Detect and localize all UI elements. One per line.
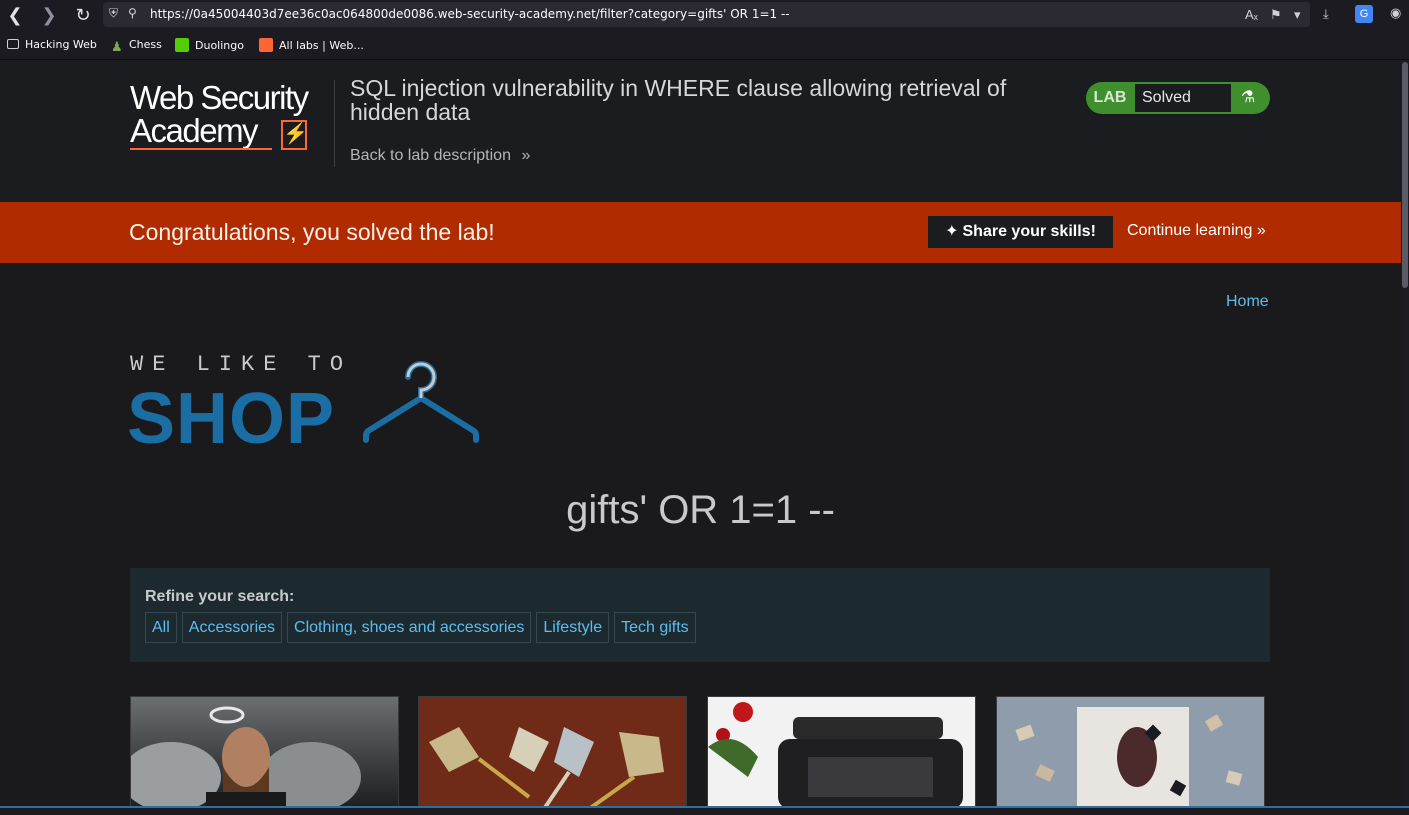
product-image-books[interactable] — [996, 696, 1265, 808]
download-icon[interactable]: ⤓ — [1323, 6, 1329, 22]
lightning-bolt-icon: ⚡ — [281, 120, 308, 150]
filter-tech-gifts[interactable]: Tech gifts — [614, 612, 696, 643]
product-image-darts[interactable] — [418, 696, 687, 808]
flask-icon: ⚗ — [1240, 89, 1256, 106]
translate-icon[interactable]: Aₓ — [1245, 7, 1258, 22]
filter-lifestyle[interactable]: Lifestyle — [536, 612, 610, 643]
search-term-heading: gifts' OR 1=1 -- — [566, 488, 835, 532]
bookmark-duolingo[interactable]: Duolingo — [175, 38, 244, 52]
lab-label: LAB — [1093, 89, 1127, 106]
continue-learning-link[interactable]: Continue learning » — [1127, 222, 1266, 240]
refine-label: Refine your search: — [145, 588, 295, 605]
bookmark-icon[interactable]: ⚑ — [1270, 7, 1282, 23]
browser-toolbar: ❮ ❯ ↻ ⛨ ⚲ https://0a45004403d7ee36c0ac06… — [0, 0, 1409, 30]
google-translate-icon[interactable]: G — [1355, 5, 1373, 23]
continue-label: Continue learning — [1127, 222, 1253, 239]
typewriter-roses-image — [708, 697, 975, 807]
reload-icon[interactable]: ↻ — [72, 4, 94, 26]
logo-underline — [130, 148, 272, 150]
folder-icon — [7, 39, 19, 49]
chess-pawn-icon: ♟ — [111, 40, 123, 55]
address-bar[interactable]: ⛨ ⚲ https://0a45004403d7ee36c0ac064800de… — [103, 2, 1310, 27]
bottom-strip — [0, 808, 1409, 815]
filter-clothing[interactable]: Clothing, shoes and accessories — [287, 612, 532, 643]
clothes-hanger-icon — [363, 361, 479, 443]
shield-icon[interactable]: ⛨ — [109, 6, 118, 21]
header-divider — [334, 80, 335, 167]
share-label: Share your skills! — [962, 223, 1096, 240]
product-image-angel-man[interactable] — [130, 696, 399, 808]
filter-all[interactable]: All — [145, 612, 177, 643]
flying-books-image — [997, 697, 1264, 807]
logo-line-1: Web Security — [130, 79, 309, 116]
shop-logo-title: SHOP — [127, 379, 336, 459]
home-link[interactable]: Home — [1226, 293, 1269, 311]
lab-status-badge: LAB Solved ⚗ — [1086, 82, 1270, 114]
bookmarks-bar: Hacking Web ♟ Chess Duolingo All labs | W… — [0, 30, 1409, 60]
bookmark-label: Duolingo — [195, 39, 244, 52]
refine-search-panel: Refine your search: All Accessories Clot… — [130, 568, 1270, 662]
chevron-down-icon[interactable]: ▾ — [1294, 7, 1301, 23]
web-security-academy-logo[interactable]: Web Security Academy ⚡ — [130, 79, 309, 150]
double-chevron-right-icon: » — [1256, 222, 1266, 239]
twitter-icon: ✦ — [945, 223, 959, 240]
lab-status-text: Solved — [1135, 84, 1231, 112]
filter-accessories[interactable]: Accessories — [181, 612, 283, 643]
bookmark-label: Chess — [129, 38, 162, 51]
back-to-lab-description-link[interactable]: Back to lab description » — [350, 147, 530, 165]
bookmark-chess[interactable]: ♟ Chess — [111, 38, 162, 55]
back-link-label: Back to lab description — [350, 147, 511, 164]
scrollbar-thumb[interactable] — [1402, 62, 1408, 288]
duolingo-icon — [175, 38, 189, 52]
category-filters: All Accessories Clothing, shoes and acce… — [145, 612, 696, 643]
bookmark-label: All labs | Web... — [279, 39, 364, 52]
share-skills-button[interactable]: ✦ Share your skills! — [928, 216, 1113, 248]
academy-header: Web Security Academy ⚡ SQL injection vul… — [0, 60, 1401, 202]
double-chevron-right-icon: » — [521, 147, 531, 164]
bookmark-hacking-web[interactable]: Hacking Web — [7, 38, 97, 51]
bookmark-all-labs[interactable]: All labs | Web... — [259, 38, 364, 52]
angel-man-image — [131, 706, 361, 807]
lab-title: SQL injection vulnerability in WHERE cla… — [350, 75, 1007, 125]
congratulations-message: Congratulations, you solved the lab! — [129, 219, 495, 245]
shop-logo-tagline: WE LIKE TO — [130, 352, 353, 377]
product-image-typewriter[interactable] — [707, 696, 976, 808]
back-arrow-icon[interactable]: ❮ — [4, 4, 26, 26]
bookmark-label: Hacking Web — [25, 38, 97, 51]
forward-arrow-icon[interactable]: ❯ — [38, 4, 60, 26]
portswigger-icon — [259, 38, 273, 52]
url-text[interactable]: https://0a45004403d7ee36c0ac064800de0086… — [150, 7, 790, 21]
web-page: Web Security Academy ⚡ SQL injection vul… — [0, 60, 1401, 808]
darts-image — [419, 697, 686, 807]
search-icon: ⚲ — [128, 6, 137, 20]
congratulations-banner: Congratulations, you solved the lab! ✦ Sh… — [0, 202, 1401, 263]
extension-icon[interactable]: ◉ — [1390, 5, 1401, 21]
